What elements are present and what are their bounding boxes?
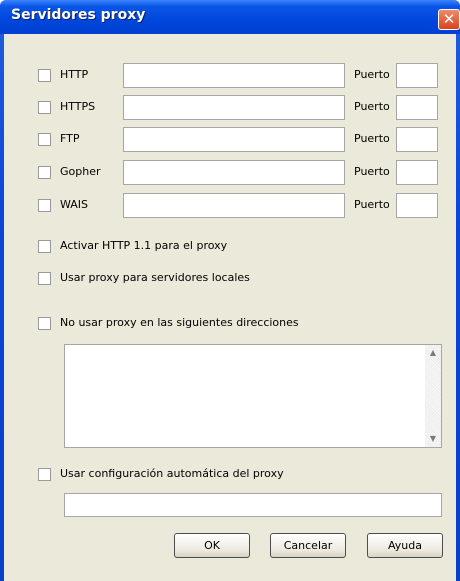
auto-config-label: Usar configuración automática del proxy bbox=[60, 467, 284, 480]
gopher-port-label: Puerto bbox=[354, 165, 390, 178]
http11-checkbox[interactable] bbox=[38, 240, 51, 253]
no-proxy-label: No usar proxy en las siguientes direccio… bbox=[60, 316, 299, 329]
gopher-label: Gopher bbox=[60, 165, 101, 178]
ftp-port-label: Puerto bbox=[354, 132, 390, 145]
gopher-port-input[interactable] bbox=[396, 160, 438, 185]
ok-button[interactable]: OK bbox=[174, 533, 250, 558]
wais-label: WAIS bbox=[60, 198, 89, 211]
ftp-label: FTP bbox=[60, 132, 80, 145]
http-port-input[interactable] bbox=[396, 63, 438, 88]
no-proxy-checkbox[interactable] bbox=[38, 317, 51, 330]
local-proxy-label: Usar proxy para servidores locales bbox=[60, 271, 250, 284]
https-label: HTTPS bbox=[60, 100, 96, 113]
dialog-body: HTTP Puerto HTTPS Puerto FTP Puerto Goph… bbox=[4, 34, 456, 581]
auto-config-checkbox[interactable] bbox=[38, 468, 51, 481]
title-bar[interactable]: Servidores proxy ✕ bbox=[0, 0, 460, 34]
cancel-button[interactable]: Cancelar bbox=[270, 533, 346, 558]
scroll-up-arrow-icon[interactable]: ▲ bbox=[425, 345, 441, 361]
http-port-label: Puerto bbox=[354, 68, 390, 81]
help-button[interactable]: Ayuda bbox=[367, 533, 443, 558]
textarea-scrollbar[interactable]: ▲ ▼ bbox=[425, 345, 441, 447]
local-proxy-checkbox[interactable] bbox=[38, 272, 51, 285]
http-label: HTTP bbox=[60, 68, 89, 81]
wais-address-input[interactable] bbox=[123, 193, 345, 218]
http-checkbox[interactable] bbox=[38, 69, 51, 82]
scroll-down-arrow-icon[interactable]: ▼ bbox=[425, 431, 441, 447]
wais-port-input[interactable] bbox=[396, 193, 438, 218]
https-address-input[interactable] bbox=[123, 95, 345, 120]
ftp-checkbox[interactable] bbox=[38, 133, 51, 146]
auto-config-url-input[interactable] bbox=[64, 493, 442, 517]
ftp-port-input[interactable] bbox=[396, 127, 438, 152]
https-port-input[interactable] bbox=[396, 95, 438, 120]
close-button[interactable]: ✕ bbox=[438, 9, 460, 30]
wais-port-label: Puerto bbox=[354, 198, 390, 211]
proxy-dialog-window: Servidores proxy ✕ HTTP Puerto HTTPS Pue… bbox=[0, 0, 460, 581]
https-checkbox[interactable] bbox=[38, 101, 51, 114]
window-title: Servidores proxy bbox=[11, 7, 146, 23]
wais-checkbox[interactable] bbox=[38, 199, 51, 212]
gopher-checkbox[interactable] bbox=[38, 166, 51, 179]
gopher-address-input[interactable] bbox=[123, 160, 345, 185]
http-address-input[interactable] bbox=[123, 63, 345, 88]
ftp-address-input[interactable] bbox=[123, 127, 345, 152]
no-proxy-addresses-textarea[interactable]: ▲ ▼ bbox=[64, 344, 442, 448]
https-port-label: Puerto bbox=[354, 100, 390, 113]
http11-label: Activar HTTP 1.1 para el proxy bbox=[60, 239, 228, 252]
